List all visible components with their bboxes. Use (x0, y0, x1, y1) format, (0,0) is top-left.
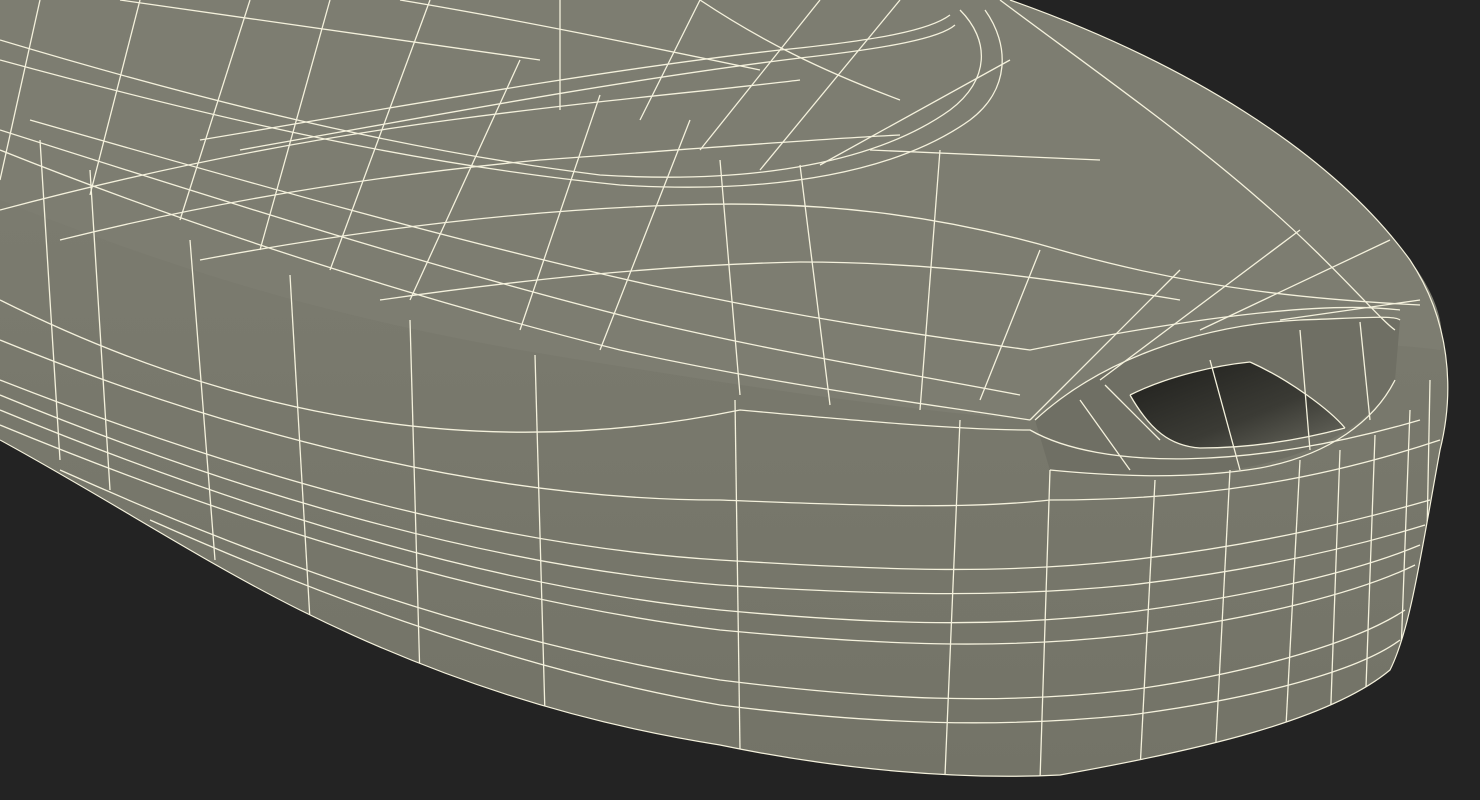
render-viewport (0, 0, 1480, 800)
wireframe-render (0, 0, 1449, 777)
